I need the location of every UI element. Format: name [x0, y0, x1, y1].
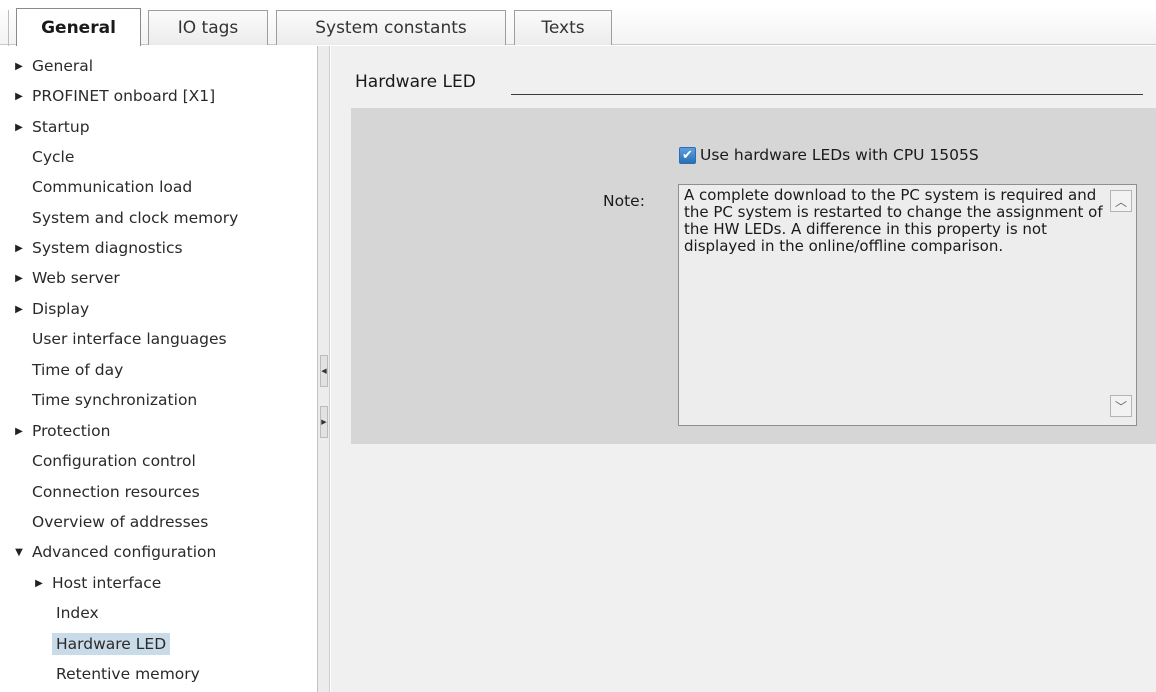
scroll-up-icon[interactable]: ︿: [1110, 190, 1132, 212]
nav-item-label: Index: [56, 604, 99, 622]
nav-item-time-of-day[interactable]: Time of day: [0, 355, 316, 385]
expand-arrow-icon[interactable]: ▶: [12, 304, 26, 315]
expand-arrow-icon[interactable]: ▶: [12, 426, 26, 437]
nav-item-label: Hardware LED: [52, 633, 171, 655]
nav-item-label: Retentive memory: [56, 665, 200, 683]
nav-item-label: User interface languages: [32, 330, 227, 348]
tab-io-tags[interactable]: IO tags: [148, 10, 268, 45]
tab-texts-label: Texts: [541, 18, 585, 38]
nav-item-advanced-configuration[interactable]: ▼ Advanced configuration: [0, 537, 316, 567]
nav-item-connection-resources[interactable]: Connection resources: [0, 477, 316, 507]
nav-item-label: Display: [32, 300, 90, 318]
nav-item-label: Time synchronization: [32, 391, 198, 409]
checkbox-checked-icon[interactable]: ✔: [679, 146, 696, 164]
nav-item-display[interactable]: ▶ Display: [0, 294, 316, 324]
nav-item-label: Configuration control: [32, 452, 196, 470]
nav-item-retentive-memory[interactable]: Retentive memory: [0, 659, 316, 689]
nav-item-label: Web server: [32, 269, 120, 287]
nav-item-label: Connection resources: [32, 483, 200, 501]
nav-item-general[interactable]: ▶ General: [0, 51, 316, 81]
tab-system-constants-label: System constants: [315, 18, 467, 38]
nav-item-label: System diagnostics: [32, 239, 183, 257]
nav-item-label: Communication load: [32, 178, 193, 196]
nav-item-label: Host interface: [52, 574, 162, 592]
note-textarea[interactable]: A complete download to the PC system is …: [678, 184, 1137, 426]
nav-item-index[interactable]: Index: [0, 598, 316, 628]
nav-item-user-interface-languages[interactable]: User interface languages: [0, 324, 316, 354]
nav-item-label: System and clock memory: [32, 209, 239, 227]
nav-item-system-diagnostics[interactable]: ▶ System diagnostics: [0, 233, 316, 263]
nav-item-communication-load[interactable]: Communication load: [0, 172, 316, 202]
nav-item-label: PROFINET onboard [X1]: [32, 87, 216, 105]
nav-item-hardware-led[interactable]: Hardware LED: [0, 629, 316, 659]
nav-item-label: Overview of addresses: [32, 513, 209, 531]
nav-item-overview-of-addresses[interactable]: Overview of addresses: [0, 507, 316, 537]
expand-arrow-icon[interactable]: ▶: [12, 273, 26, 284]
checkbox-label: Use hardware LEDs with CPU 1505S: [700, 146, 979, 164]
nav-item-label: Cycle: [32, 148, 75, 166]
expand-arrow-icon[interactable]: ▶: [12, 91, 26, 102]
tab-general-label: General: [41, 17, 116, 38]
settings-panel-content: ✔ Use hardware LEDs with CPU 1505S Note:…: [331, 46, 1156, 692]
nav-item-cycle[interactable]: Cycle: [0, 142, 316, 172]
nav-item-system-clock-memory[interactable]: System and clock memory: [0, 203, 316, 233]
tab-frame-left: [8, 10, 16, 46]
nav-item-configuration-control[interactable]: Configuration control: [0, 446, 316, 476]
nav-item-profinet-onboard[interactable]: ▶ PROFINET onboard [X1]: [0, 81, 316, 111]
note-text: A complete download to the PC system is …: [684, 186, 1103, 255]
tab-texts[interactable]: Texts: [514, 10, 612, 45]
expand-arrow-icon[interactable]: ▶: [12, 122, 26, 133]
tab-general[interactable]: General: [16, 8, 141, 46]
tab-io-tags-label: IO tags: [177, 18, 239, 38]
nav-item-startup[interactable]: ▶ Startup: [0, 112, 316, 142]
expand-right-icon[interactable]: ▶: [320, 406, 328, 438]
expand-arrow-icon[interactable]: ▶: [12, 243, 26, 254]
left-navigation-tree: ▶ General ▶ PROFINET onboard [X1] ▶ Startup…: [0, 46, 318, 692]
expand-arrow-icon[interactable]: ▶: [32, 578, 46, 589]
nav-item-label: Startup: [32, 118, 90, 136]
tab-system-constants[interactable]: System constants: [276, 10, 506, 45]
scroll-down-icon[interactable]: ﹀: [1110, 395, 1132, 417]
nav-item-label: Time of day: [32, 361, 124, 379]
nav-item-label: General: [32, 57, 94, 75]
expand-arrow-icon[interactable]: ▶: [12, 61, 26, 72]
tab-bar: General IO tags System constants Texts: [0, 0, 1156, 46]
collapse-left-icon[interactable]: ◀: [320, 355, 328, 387]
nav-item-protection[interactable]: ▶ Protection: [0, 416, 316, 446]
nav-item-host-interface[interactable]: ▶ Host interface: [0, 568, 316, 598]
nav-item-label: Advanced configuration: [32, 543, 217, 561]
nav-item-time-synchronization[interactable]: Time synchronization: [0, 385, 316, 415]
use-hardware-leds-option[interactable]: ✔ Use hardware LEDs with CPU 1505S: [679, 146, 979, 164]
collapse-arrow-icon[interactable]: ▼: [12, 547, 26, 558]
nav-item-web-server[interactable]: ▶ Web server: [0, 263, 316, 293]
nav-item-label: Protection: [32, 422, 111, 440]
note-label: Note:: [603, 192, 645, 210]
